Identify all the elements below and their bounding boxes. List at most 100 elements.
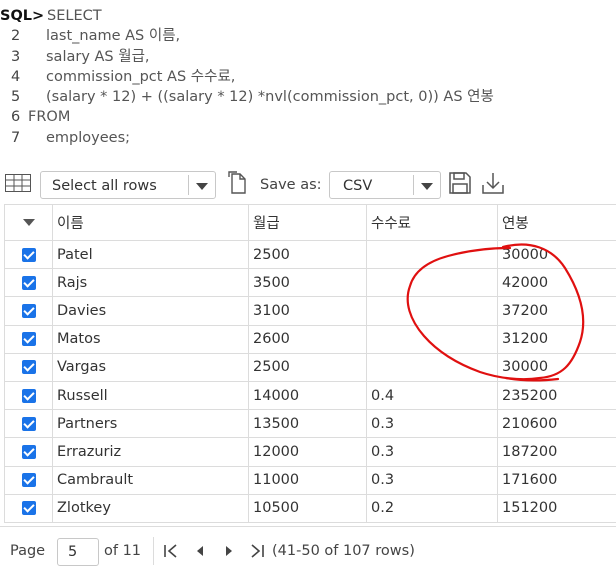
column-salary-cell: 13500	[249, 410, 367, 438]
column-annual-salary-cell: 37200	[498, 297, 616, 325]
sql-code: (salary * 12) + ((salary * 12) *nvl(comm…	[46, 87, 494, 107]
column-annual-salary-cell: 30000	[498, 241, 616, 269]
row-selection-dropdown[interactable]: Select all rows	[40, 171, 216, 199]
column-salary-cell: 10500	[249, 494, 367, 522]
row-select-cell	[5, 438, 53, 466]
page-count: of 11	[104, 527, 141, 575]
column-name-cell: Zlotkey	[53, 494, 249, 522]
row-checkbox[interactable]	[22, 248, 36, 262]
document-icon[interactable]	[227, 170, 249, 196]
chevron-down-icon	[23, 219, 35, 226]
line-number: 4	[11, 67, 20, 87]
table-row[interactable]: Russell140000.4235200	[5, 381, 616, 409]
table-row[interactable]: Rajs350042000	[5, 269, 616, 297]
table-row[interactable]: Cambrault110000.3171600	[5, 466, 616, 494]
column-annual-salary-cell: 151200	[498, 494, 616, 522]
row-select-cell	[5, 297, 53, 325]
row-select-cell	[5, 381, 53, 409]
row-checkbox[interactable]	[22, 445, 36, 459]
sql-line-5: 5 (salary * 12) + ((salary * 12) *nvl(co…	[0, 87, 616, 107]
next-page-icon[interactable]	[220, 541, 238, 561]
chevron-down-icon	[196, 183, 208, 190]
row-select-cell	[5, 494, 53, 522]
column-salary-cell: 3100	[249, 297, 367, 325]
table-row[interactable]: Matos260031200	[5, 325, 616, 353]
column-name-cell: Davies	[53, 297, 249, 325]
column-header-commission[interactable]: 수수료	[367, 205, 498, 241]
row-checkbox[interactable]	[22, 417, 36, 431]
page-number-input[interactable]	[57, 538, 99, 566]
sql-code: SELECT	[47, 6, 102, 26]
row-select-cell	[5, 466, 53, 494]
column-commission-cell: 0.2	[367, 494, 498, 522]
sql-code: last_name AS 이름,	[46, 26, 180, 46]
column-annual-salary-cell: 31200	[498, 325, 616, 353]
download-icon[interactable]	[481, 171, 505, 195]
row-select-cell	[5, 325, 53, 353]
previous-page-icon[interactable]	[191, 541, 209, 561]
line-number: 6	[11, 107, 20, 127]
save-as-label: Save as:	[260, 168, 322, 202]
sql-code: commission_pct AS 수수료,	[46, 67, 235, 87]
row-checkbox[interactable]	[22, 473, 36, 487]
column-name-cell: Russell	[53, 381, 249, 409]
sql-editor[interactable]: SQL> SELECT 2 last_name AS 이름, 3 salary …	[0, 6, 616, 148]
row-checkbox[interactable]	[22, 389, 36, 403]
column-salary-cell: 2500	[249, 353, 367, 381]
column-commission-cell	[367, 241, 498, 269]
row-checkbox[interactable]	[22, 501, 36, 515]
column-annual-salary-cell: 42000	[498, 269, 616, 297]
select-column-menu[interactable]	[5, 205, 53, 241]
result-table: 이름 월급 수수료 연봉 Patel250030000Rajs350042000…	[4, 204, 616, 523]
column-commission-cell: 0.3	[367, 410, 498, 438]
row-checkbox[interactable]	[22, 332, 36, 346]
row-select-cell	[5, 353, 53, 381]
column-header-annual-salary[interactable]: 연봉	[498, 205, 616, 241]
row-checkbox[interactable]	[22, 360, 36, 374]
sql-code: salary AS 월급,	[46, 47, 150, 67]
column-commission-cell	[367, 269, 498, 297]
column-commission-cell	[367, 325, 498, 353]
column-header-salary[interactable]: 월급	[249, 205, 367, 241]
column-commission-cell: 0.3	[367, 438, 498, 466]
line-number: 5	[11, 87, 20, 107]
dropdown-divider	[413, 175, 414, 195]
row-range-info: (41-50 of 107 rows)	[272, 527, 415, 575]
row-checkbox[interactable]	[22, 304, 36, 318]
column-annual-salary-cell: 235200	[498, 381, 616, 409]
floppy-disk-icon[interactable]	[448, 171, 472, 195]
column-name-cell: Rajs	[53, 269, 249, 297]
column-name-cell: Cambrault	[53, 466, 249, 494]
row-checkbox[interactable]	[22, 276, 36, 290]
dropdown-divider	[188, 175, 189, 195]
column-salary-cell: 11000	[249, 466, 367, 494]
table-grid-icon[interactable]	[5, 174, 31, 192]
pagination-bar: Page of 11 (41-50 of 107 rows)	[0, 526, 616, 574]
result-toolbar: Select all rows Save as: CSV	[0, 168, 616, 202]
table-row[interactable]: Patel2500 30000	[5, 241, 616, 269]
column-annual-salary-cell: 187200	[498, 438, 616, 466]
export-format-dropdown[interactable]: CSV	[329, 171, 441, 199]
table-row[interactable]: Errazuriz120000.3187200	[5, 438, 616, 466]
table-row[interactable]: Vargas250030000	[5, 353, 616, 381]
sql-prompt: SQL>	[0, 6, 44, 26]
first-page-icon[interactable]	[162, 541, 180, 561]
row-select-cell	[5, 241, 53, 269]
sql-line-3: 3 salary AS 월급,	[0, 47, 616, 67]
last-page-icon[interactable]	[248, 541, 266, 561]
column-name-cell: Partners	[53, 410, 249, 438]
table-row[interactable]: Partners135000.3210600	[5, 410, 616, 438]
sql-line-2: 2 last_name AS 이름,	[0, 26, 616, 46]
sql-code: employees;	[46, 128, 130, 148]
pager-divider	[153, 537, 154, 565]
column-header-name[interactable]: 이름	[53, 205, 249, 241]
column-annual-salary-cell: 171600	[498, 466, 616, 494]
table-row[interactable]: Davies3100 37200	[5, 297, 616, 325]
chevron-down-icon	[421, 183, 433, 190]
column-name-cell: Patel	[53, 241, 249, 269]
sql-line-1: SQL> SELECT	[0, 6, 616, 26]
column-name-cell: Errazuriz	[53, 438, 249, 466]
page-label: Page	[10, 527, 45, 575]
column-salary-cell: 2500	[249, 241, 367, 269]
table-row[interactable]: Zlotkey105000.2151200	[5, 494, 616, 522]
